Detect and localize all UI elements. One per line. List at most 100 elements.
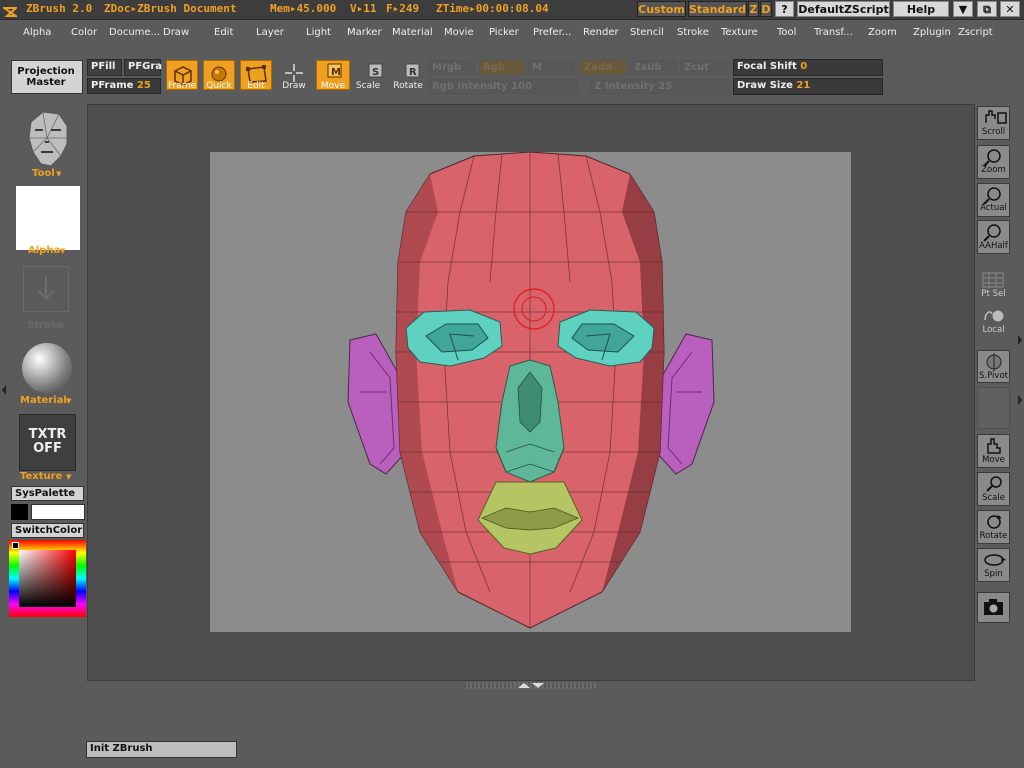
canvas[interactable]	[210, 151, 851, 632]
restore-button[interactable]: ⧉	[977, 1, 997, 17]
right-tray-arrow-top[interactable]	[1017, 330, 1023, 350]
menu-picker[interactable]: Picker	[489, 27, 519, 38]
syspalette-button[interactable]: SysPalette	[11, 486, 84, 501]
texture-thumbnail[interactable]: TXTR OFF	[19, 414, 76, 471]
focal-shift-value: 0	[800, 61, 808, 72]
menu-zoom[interactable]: Zoom	[868, 27, 897, 38]
actual-label: Actual	[980, 203, 1007, 213]
scale-label[interactable]: Scale	[348, 81, 388, 91]
menu-marker[interactable]: Marker	[347, 27, 382, 38]
ptsel-label[interactable]: Pt Sel	[975, 289, 1012, 299]
draw-label[interactable]: Draw	[274, 81, 314, 91]
alpha-label[interactable]: Alpha	[28, 245, 60, 256]
right-tray-arrow[interactable]	[1017, 390, 1023, 410]
menu-document[interactable]: Docume...	[109, 27, 160, 38]
rotate-label[interactable]: Rotate	[388, 81, 428, 91]
menu-transform[interactable]: Transf...	[814, 27, 853, 38]
color-picker-cursor[interactable]	[12, 542, 19, 549]
close-button[interactable]: ✕	[1000, 1, 1020, 17]
quick-label: Quick	[206, 81, 232, 91]
scale-view-label: Scale	[982, 493, 1005, 503]
empty-slot	[977, 387, 1010, 429]
move-view-label: Move	[982, 455, 1005, 465]
title-bar: ZBrush 2.0 ZDoc▸ZBrush Document Mem▸45.0…	[0, 0, 1024, 20]
pframe-slider[interactable]: PFrame 25	[87, 78, 161, 94]
custom-button[interactable]: Custom	[637, 1, 686, 17]
pfill-button[interactable]: PFill	[87, 59, 122, 76]
draw-size-value: 21	[796, 80, 811, 91]
left-tray-arrow[interactable]	[1, 380, 7, 400]
pfgra-button[interactable]: PFGra	[124, 59, 162, 76]
local-label[interactable]: Local	[975, 325, 1012, 335]
menu-zscript[interactable]: Zscript	[958, 27, 993, 38]
switchcolor-button[interactable]: SwitchColor	[11, 523, 84, 538]
draw-size-slider[interactable]: Draw Size 21	[733, 78, 883, 95]
menu-tool[interactable]: Tool	[777, 27, 796, 38]
menu-preferences[interactable]: Prefer...	[533, 27, 571, 38]
color-picker[interactable]	[9, 540, 86, 617]
menu-alpha[interactable]: Alpha	[23, 27, 51, 38]
document-title: ZDoc▸ZBrush Document	[104, 2, 237, 15]
svg-text:S: S	[372, 67, 379, 78]
zbrush-logo-icon	[0, 3, 20, 17]
focal-shift-slider[interactable]: Focal Shift 0	[733, 59, 883, 76]
menu-draw[interactable]: Draw	[163, 27, 189, 38]
primary-color-swatch[interactable]	[11, 504, 28, 520]
menu-stencil[interactable]: Stencil	[630, 27, 664, 38]
menu-render[interactable]: Render	[583, 27, 619, 38]
bottom-tray-handle[interactable]	[466, 682, 596, 689]
help-button[interactable]: Help	[893, 1, 949, 17]
aahalf-label: AAHalf	[979, 241, 1008, 251]
menu-movie[interactable]: Movie	[444, 27, 474, 38]
stroke-thumbnail[interactable]	[23, 266, 69, 312]
menu-texture[interactable]: Texture	[721, 27, 758, 38]
m-button[interactable]: M	[528, 60, 574, 75]
ztime-readout: ZTime▸00:00:08.04	[436, 2, 549, 15]
spivot-label: S.Pivot	[979, 371, 1008, 381]
snapshot-button[interactable]	[977, 592, 1010, 623]
rgb-intensity-slider[interactable]: Rgb Intensity 100	[428, 79, 578, 94]
tool-thumbnail[interactable]	[21, 108, 75, 170]
projection-master-button[interactable]: Projection Master	[11, 60, 83, 94]
menu-zplugin[interactable]: Zplugin	[913, 27, 951, 38]
zcut-button[interactable]: Zcut	[680, 60, 727, 75]
move-label: Move	[320, 81, 346, 91]
rotate-view-label: Rotate	[979, 531, 1008, 541]
spin-label: Spin	[984, 569, 1003, 579]
menu-bar: Alpha Color Docume... Draw Edit Layer Li…	[0, 20, 1024, 44]
chevron-left-icon	[2, 385, 6, 395]
menu-edit[interactable]: Edit	[214, 27, 233, 38]
head-model[interactable]	[210, 151, 851, 632]
scroll-hand-icon	[985, 110, 1007, 124]
head-tool-icon	[28, 111, 68, 167]
standard-button[interactable]: Standard	[688, 1, 747, 17]
aahalf-magnifier-icon	[983, 224, 1001, 242]
zadd-button[interactable]: Zadd	[580, 60, 627, 75]
chevron-updown-icon	[518, 683, 544, 688]
zsub-button[interactable]: Zsub	[630, 60, 677, 75]
defaultzscript-button[interactable]: DefaultZScript	[797, 1, 890, 17]
color-square[interactable]	[19, 550, 76, 607]
question-button[interactable]: ?	[775, 1, 794, 17]
rgb-button[interactable]: Rgb	[479, 60, 525, 75]
chevron-right-icon	[1018, 335, 1022, 345]
spin-icon	[984, 554, 1006, 566]
texture-label[interactable]: Texture	[20, 471, 62, 482]
tool-label[interactable]: Tool	[32, 168, 55, 179]
minimize-button[interactable]: ▼	[953, 1, 973, 17]
secondary-color-swatch[interactable]	[31, 504, 85, 520]
menu-stroke[interactable]: Stroke	[677, 27, 709, 38]
mrgb-button[interactable]: Mrgb	[428, 60, 475, 75]
material-sphere[interactable]	[22, 343, 72, 393]
z-intensity-slider[interactable]: Z Intensity 25	[590, 79, 730, 94]
menu-light[interactable]: Light	[306, 27, 331, 38]
menu-layer[interactable]: Layer	[256, 27, 284, 38]
material-label[interactable]: Material	[20, 395, 67, 406]
menu-color[interactable]: Color	[71, 27, 97, 38]
alpha-thumbnail[interactable]	[16, 186, 80, 250]
vertex-count: V▸11	[350, 2, 377, 15]
menu-material[interactable]: Material	[392, 27, 433, 38]
stroke-label[interactable]: Stroke	[27, 320, 64, 331]
z-button[interactable]: Z	[748, 1, 759, 17]
d-button[interactable]: D	[760, 1, 772, 17]
